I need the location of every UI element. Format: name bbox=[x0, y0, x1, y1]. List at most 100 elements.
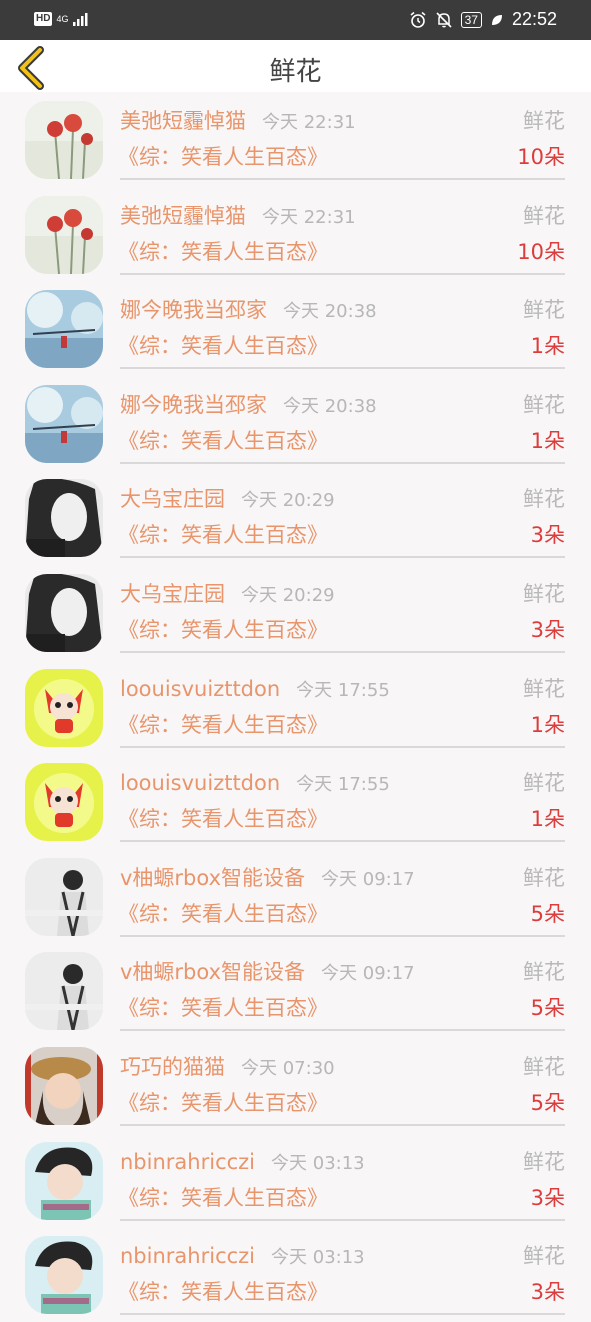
book-title[interactable]: 《综：笑看人生百态》 bbox=[118, 901, 328, 927]
user-name-text: 美弛短霾悼猫 bbox=[120, 109, 246, 133]
timestamp: 今天 03:13 bbox=[271, 1247, 365, 1269]
user-name-text: 大乌宝庄园 bbox=[120, 581, 225, 606]
leaf-icon bbox=[491, 14, 502, 25]
divider bbox=[120, 745, 565, 748]
avatar[interactable] bbox=[25, 195, 103, 274]
book-title[interactable]: 《综：笑看人生百态》 bbox=[118, 333, 328, 359]
gift-type: 鲜花 bbox=[523, 298, 565, 323]
list-item[interactable]: 美弛短霾悼猫 今天 22:31 鲜花 《综：笑看人生百态》 10朵 bbox=[0, 92, 591, 187]
book-title[interactable]: 《综：笑看人生百态》 bbox=[118, 1185, 328, 1211]
battery-indicator: 37 bbox=[460, 11, 482, 28]
user-name-text: 娜今晚我当邳家 bbox=[120, 298, 267, 323]
user-name-text: 大乌宝庄园 bbox=[120, 487, 225, 512]
book-title[interactable]: 《综：笑看人生百态》 bbox=[118, 1279, 328, 1305]
list-item[interactable]: loouisvuizttdon 今天 17:55 鲜花 《综：笑看人生百态》 1朵 bbox=[0, 660, 591, 755]
user-name[interactable]: 大乌宝庄园 今天 20:29 bbox=[120, 581, 335, 609]
timestamp: 今天 20:38 bbox=[283, 395, 377, 417]
divider bbox=[120, 367, 565, 370]
timestamp: 今天 20:29 bbox=[241, 490, 335, 512]
user-name-text: v柚螈rbox智能设备 bbox=[120, 865, 306, 890]
flower-count: 1朵 bbox=[530, 807, 565, 832]
user-name-text: loouisvuizttdon bbox=[120, 676, 281, 701]
avatar[interactable] bbox=[25, 1141, 103, 1220]
timestamp: 今天 22:31 bbox=[262, 112, 356, 133]
avatar[interactable] bbox=[25, 763, 103, 842]
book-title[interactable]: 《综：笑看人生百态》 bbox=[118, 144, 328, 170]
gift-type: 鲜花 bbox=[523, 1244, 565, 1269]
divider bbox=[120, 1029, 565, 1032]
gift-type: 鲜花 bbox=[523, 865, 565, 890]
user-name[interactable]: 巧巧的猫猫 今天 07:30 bbox=[120, 1054, 335, 1082]
book-title[interactable]: 《综：笑看人生百态》 bbox=[118, 1090, 328, 1116]
user-name[interactable]: 美弛短霾悼猫 今天 22:31 bbox=[120, 108, 356, 136]
book-title[interactable]: 《综：笑看人生百态》 bbox=[118, 995, 328, 1021]
book-title[interactable]: 《综：笑看人生百态》 bbox=[118, 806, 328, 832]
gift-type: 鲜花 bbox=[523, 960, 565, 985]
gift-type: 鲜花 bbox=[523, 581, 565, 606]
book-title[interactable]: 《综：笑看人生百态》 bbox=[118, 239, 328, 265]
gift-type: 鲜花 bbox=[523, 203, 565, 228]
list-item[interactable]: 巧巧的猫猫 今天 07:30 鲜花《综：笑看人生百态》 5朵 bbox=[0, 1038, 591, 1133]
list-item[interactable]: 美弛短霾悼猫 今天 22:31 鲜花 《综：笑看人生百态》 10朵 bbox=[0, 187, 591, 282]
list-item[interactable]: v柚螈rbox智能设备 今天 09:17 鲜花 《综：笑看人生百态》 5朵 bbox=[0, 943, 591, 1038]
list-item[interactable]: v柚螈rbox智能设备 今天 09:17 鲜花《综：笑看人生百态》 5朵 bbox=[0, 849, 591, 944]
user-name[interactable]: v柚螈rbox智能设备 今天 09:17 bbox=[120, 959, 415, 987]
book-title[interactable]: 《综：笑看人生百态》 bbox=[118, 617, 328, 643]
network-indicator: 4G bbox=[56, 13, 69, 24]
user-name-text: 美弛短霾悼猫 bbox=[120, 203, 246, 228]
divider bbox=[120, 840, 565, 843]
timestamp: 今天 20:38 bbox=[283, 301, 377, 323]
user-name[interactable]: loouisvuizttdon 今天 17:55 bbox=[120, 676, 390, 704]
book-title[interactable]: 《综：笑看人生百态》 bbox=[118, 428, 328, 454]
divider bbox=[120, 272, 565, 275]
avatar[interactable] bbox=[25, 668, 103, 747]
user-name[interactable]: nbinrahricczi 今天 03:13 bbox=[120, 1149, 365, 1177]
list-item[interactable]: 娜今晚我当邳家 今天 20:38 鲜花《综：笑看人生百态》 1朵 bbox=[0, 376, 591, 471]
list-item[interactable]: 大乌宝庄园 今天 20:29 鲜花 《综：笑看人生百态》 3朵 bbox=[0, 470, 591, 565]
list-item[interactable]: nbinrahricczi 今天 03:13 鲜花 《综：笑看人生百态》 3朵 bbox=[0, 1133, 591, 1228]
flower-count: 3朵 bbox=[530, 1280, 565, 1305]
gift-record-list: 美弛短霾悼猫 今天 22:31 鲜花 《综：笑看人生百态》 10朵 美弛短霾悼猫 今天 22… bbox=[0, 92, 591, 1322]
list-item[interactable]: nbinrahricczi 今天 03:13 鲜花《综：笑看人生百态》 3朵 bbox=[0, 1227, 591, 1322]
user-name[interactable]: nbinrahricczi 今天 03:13 bbox=[120, 1243, 365, 1271]
user-name-text: v柚螈rbox智能设备 bbox=[120, 960, 306, 985]
avatar[interactable] bbox=[25, 573, 103, 652]
user-name[interactable]: 娜今晚我当邳家 今天 20:38 bbox=[120, 392, 377, 420]
timestamp: 今天 17:55 bbox=[296, 774, 390, 796]
user-name[interactable]: 娜今晚我当邳家 今天 20:38 bbox=[120, 297, 377, 325]
mute-bell-icon bbox=[436, 11, 452, 28]
user-name[interactable]: v柚螈rbox智能设备 今天 09:17 bbox=[120, 865, 415, 893]
avatar[interactable] bbox=[25, 384, 103, 463]
flower-count: 10朵 bbox=[517, 145, 565, 169]
status-clock: 22:52 bbox=[511, 9, 557, 29]
flower-count: 1朵 bbox=[530, 712, 565, 737]
book-title[interactable]: 《综：笑看人生百态》 bbox=[118, 522, 328, 548]
avatar[interactable] bbox=[25, 1046, 103, 1125]
avatar[interactable] bbox=[25, 101, 103, 179]
flower-count: 1朵 bbox=[530, 428, 565, 453]
book-title[interactable]: 《综：笑看人生百态》 bbox=[118, 712, 328, 738]
gift-type: 鲜花 bbox=[523, 1054, 565, 1079]
page-title: 鲜花 bbox=[269, 57, 322, 87]
user-name-text: loouisvuizttdon bbox=[120, 771, 281, 796]
user-name-text: nbinrahricczi bbox=[120, 1244, 256, 1269]
avatar[interactable] bbox=[25, 479, 103, 558]
user-name[interactable]: loouisvuizttdon 今天 17:55 bbox=[120, 770, 390, 798]
user-name[interactable]: 美弛短霾悼猫 今天 22:31 bbox=[120, 203, 356, 231]
avatar[interactable] bbox=[25, 1236, 103, 1315]
list-item[interactable]: loouisvuizttdon 今天 17:55 鲜花 《综：笑看人生百态》 1朵 bbox=[0, 754, 591, 849]
avatar[interactable] bbox=[25, 952, 103, 1031]
user-name[interactable]: 大乌宝庄园 今天 20:29 bbox=[120, 486, 335, 514]
flower-count: 5朵 bbox=[530, 901, 565, 926]
timestamp: 今天 09:17 bbox=[321, 868, 415, 890]
gift-type: 鲜花 bbox=[523, 487, 565, 512]
flower-count: 5朵 bbox=[530, 1090, 565, 1115]
status-left: HD 4G bbox=[34, 12, 92, 26]
divider bbox=[120, 461, 565, 464]
avatar[interactable] bbox=[25, 290, 103, 369]
list-item[interactable]: 娜今晚我当邳家 今天 20:38 鲜花 《综：笑看人生百态》 1朵 bbox=[0, 281, 591, 376]
divider bbox=[120, 934, 565, 937]
list-item[interactable]: 大乌宝庄园 今天 20:29 鲜花 《综：笑看人生百态》 3朵 bbox=[0, 565, 591, 660]
gift-type: 鲜花 bbox=[523, 392, 565, 417]
avatar[interactable] bbox=[25, 857, 103, 936]
